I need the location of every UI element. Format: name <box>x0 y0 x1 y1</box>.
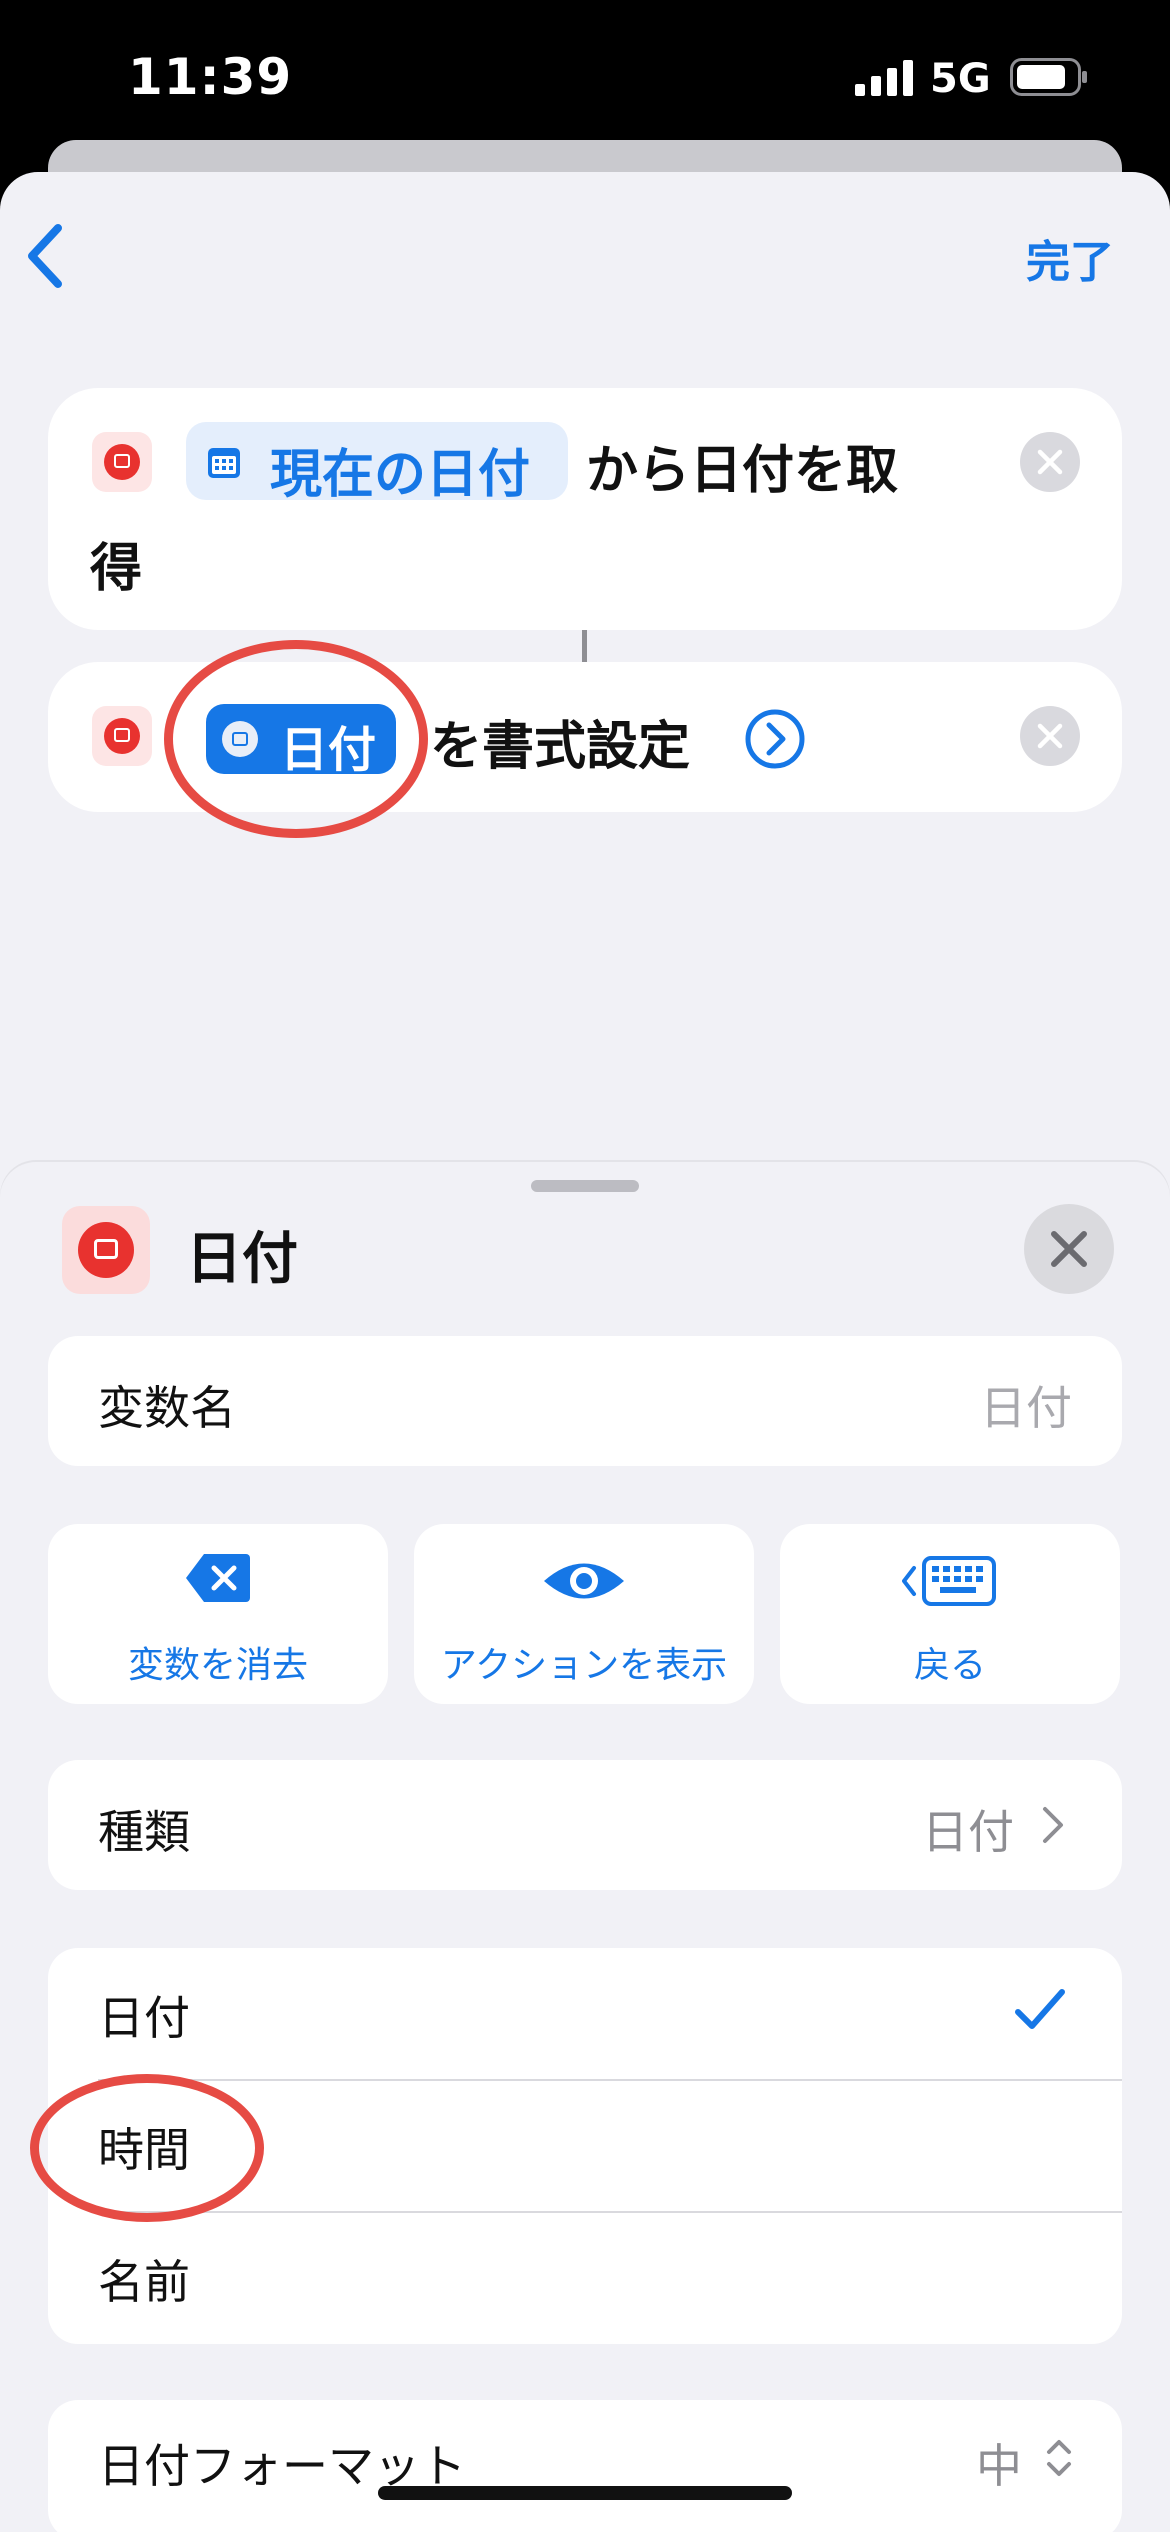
annotation-circle <box>30 2074 264 2222</box>
expand-chevron-icon[interactable] <box>744 708 806 770</box>
variable-name-placeholder: 日付 <box>980 1381 1072 1435</box>
option-label: 日付 <box>98 1991 190 2045</box>
status-bar: 11:39 5G <box>0 0 1170 150</box>
back-to-keyboard-button[interactable]: 戻る <box>780 1524 1120 1704</box>
option-label: 名前 <box>98 2255 190 2309</box>
calendar-app-icon <box>92 432 152 492</box>
clock: 11:39 <box>128 48 293 106</box>
variable-name-field[interactable]: 変数名 日付 <box>48 1336 1122 1466</box>
date-format-value: 中 <box>976 2439 1022 2493</box>
current-date-variable-chip[interactable]: 現在の日付 <box>186 422 568 505</box>
chevron-right-icon <box>1043 1807 1063 1843</box>
remove-action-button[interactable] <box>1020 706 1080 766</box>
done-button[interactable]: 完了 <box>1026 226 1114 290</box>
action1-text-line1: から日付を取 <box>586 441 899 501</box>
type-value: 日付 <box>922 1805 1014 1859</box>
checkmark-icon <box>1015 1989 1065 2029</box>
eye-icon <box>544 1563 624 1599</box>
chevron-up-down-icon <box>1047 2440 1071 2476</box>
remove-action-button[interactable] <box>1020 432 1080 492</box>
option-name[interactable]: 名前 <box>48 2212 1122 2344</box>
action2-text: を書式設定 <box>430 717 691 777</box>
show-action-button[interactable]: アクションを表示 <box>414 1524 754 1704</box>
cellular-signal-icon <box>855 60 913 96</box>
back-chevron-icon[interactable] <box>22 220 70 292</box>
action-connector <box>582 630 587 662</box>
close-icon <box>1037 723 1063 749</box>
option-date[interactable]: 日付 <box>48 1948 1122 2080</box>
button-label: 戻る <box>913 1645 986 1686</box>
clear-variable-button[interactable]: 変数を消去 <box>48 1524 388 1704</box>
variable-name-label: 変数名 <box>98 1381 236 1435</box>
button-label: アクションを表示 <box>440 1645 728 1686</box>
sheet-title: 日付 <box>186 1227 298 1292</box>
type-row[interactable]: 種類 日付 <box>48 1760 1122 1890</box>
chip-label: 現在の日付 <box>270 445 531 505</box>
button-label: 変数を消去 <box>127 1645 308 1686</box>
battery-icon <box>1010 58 1087 96</box>
network-type: 5G <box>930 56 991 102</box>
annotation-circle <box>164 640 428 838</box>
close-sheet-button[interactable] <box>1024 1204 1114 1294</box>
calendar-app-icon <box>62 1206 150 1294</box>
keyboard-back-icon <box>902 1556 996 1606</box>
type-label: 種類 <box>98 1805 190 1859</box>
calendar-app-icon <box>92 706 152 766</box>
date-format-row[interactable]: 日付フォーマット 中 <box>48 2400 1122 2532</box>
home-indicator[interactable] <box>378 2486 792 2500</box>
calendar-icon <box>208 448 240 478</box>
sheet-grabber[interactable] <box>531 1180 639 1192</box>
action1-text-line2: 得 <box>90 539 143 599</box>
close-icon <box>1037 449 1063 475</box>
close-icon <box>1051 1231 1087 1267</box>
delete-icon <box>186 1554 250 1602</box>
